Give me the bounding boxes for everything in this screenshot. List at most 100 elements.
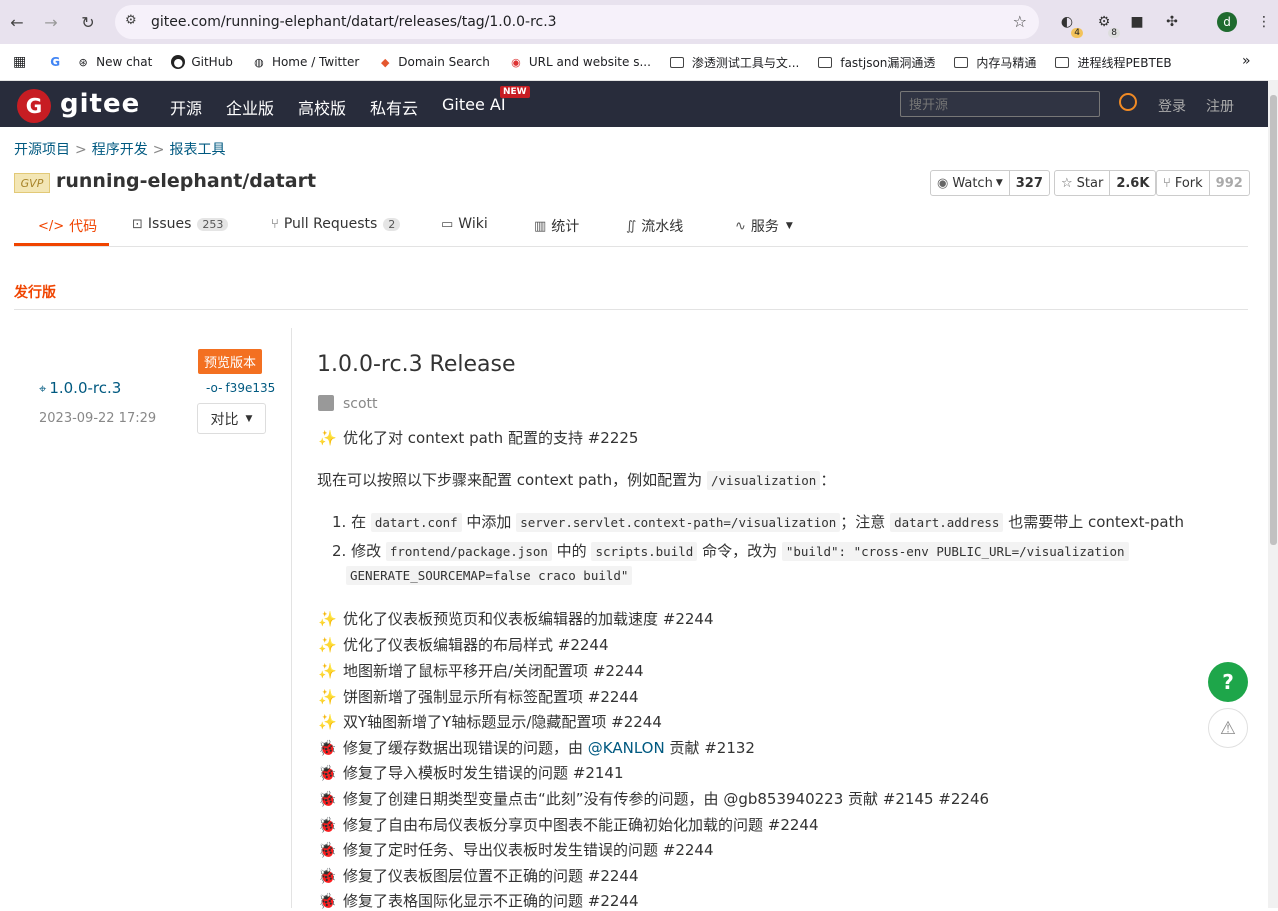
note-text: ： (820, 471, 836, 489)
release-title: 1.0.0-rc.3 Release (317, 352, 516, 377)
bookmarks-overflow-icon[interactable]: » (1242, 53, 1251, 69)
lightbulb-icon[interactable] (1119, 93, 1137, 111)
user-mention-link[interactable]: @KANLON (588, 739, 665, 757)
page-title[interactable]: running-elephant/datart (56, 170, 316, 192)
note-text: 命令，改为 (697, 542, 782, 560)
tag-icon: ⌖ (39, 382, 47, 397)
tab-code[interactable]: </> 代码 (38, 216, 97, 236)
bookmark-label: Home / Twitter (271, 55, 360, 69)
avatar[interactable]: d (1217, 12, 1237, 32)
bookmark-folder[interactable]: 内存马精通 (954, 54, 1036, 71)
releases-heading[interactable]: 发行版 (14, 282, 56, 302)
domain-icon: ◆ (381, 55, 390, 69)
breadcrumb-item[interactable]: 开源项目 (14, 142, 70, 158)
watch-button[interactable]: ◉ Watch ▼ 327 (930, 170, 1050, 196)
note-text: 也需要带上 context-path (1003, 513, 1185, 531)
bug-icon: 🐞 (318, 892, 337, 910)
nav-private-cloud[interactable]: 私有云 (370, 95, 418, 119)
bookmark-item[interactable]: ◍ Home / Twitter (252, 55, 359, 69)
extension-icon[interactable]: ⚙ 8 (1092, 10, 1120, 38)
star-count[interactable]: 2.6K (1110, 171, 1155, 195)
release-note: 🐞 修复了缓存数据出现错误的问题，由 @KANLON 贡献 #2132 (318, 737, 755, 758)
help-button[interactable]: ? (1208, 662, 1248, 702)
fork-count[interactable]: 992 (1210, 171, 1249, 195)
browser-toolbar: ← → ↻ ⚙ gitee.com/running-elephant/datar… (0, 0, 1278, 44)
note-text: 饼图新增了强制显示所有标签配置项 #2244 (343, 688, 639, 706)
note-text: 优化了仪表板预览页和仪表板编辑器的加载速度 #2244 (343, 610, 714, 628)
inline-code: server.servlet.context-path=/visualizati… (516, 513, 841, 532)
gvp-badge[interactable]: GVP (14, 173, 50, 193)
commit-link[interactable]: -o-f39e135 (206, 381, 275, 395)
fork-button[interactable]: ⑂ Fork 992 (1156, 170, 1250, 196)
prerelease-badge: 预览版本 (198, 349, 263, 374)
bookmark-item[interactable]: ◉ URL and website s... (509, 55, 651, 69)
tag-link[interactable]: ⌖ 1.0.0-rc.3 (39, 379, 121, 397)
folder-icon (818, 56, 833, 68)
note-text: 修复了表格国际化显示不正确的问题 #2244 (343, 892, 639, 910)
reload-icon[interactable]: ↻ (75, 9, 101, 35)
url-text[interactable]: gitee.com/running-elephant/datart/releas… (151, 14, 557, 30)
bug-icon: 🐞 (318, 764, 337, 782)
tab-label: 代码 (69, 219, 98, 235)
active-tab-indicator (14, 243, 109, 246)
nav-enterprise[interactable]: 企业版 (226, 95, 274, 119)
commit-icon: -o- (206, 381, 223, 395)
book-icon: ▭ (441, 216, 454, 232)
github-icon: ● (171, 55, 186, 69)
bookmark-star-icon[interactable]: ☆ (1013, 12, 1027, 31)
puzzle-icon[interactable]: ✣ (1160, 10, 1184, 34)
google-icon[interactable]: G (50, 55, 60, 69)
gitee-logo-text[interactable]: gitee (60, 89, 140, 119)
watch-label: Watch (952, 175, 993, 191)
tab-wiki[interactable]: ▭ Wiki (441, 216, 488, 232)
site-info-icon[interactable]: ⚙ (125, 13, 137, 28)
search-input[interactable] (900, 91, 1100, 117)
avatar[interactable] (318, 395, 334, 411)
tab-label: 流水线 (641, 219, 684, 235)
watch-count[interactable]: 327 (1010, 171, 1049, 195)
release-note: ✨ 优化了仪表板编辑器的布局样式 #2244 (318, 634, 609, 655)
extension-icon[interactable]: ◐ 4 (1055, 10, 1083, 38)
bookmark-folder[interactable]: 进程线程PEBTEB (1055, 54, 1172, 71)
compare-button[interactable]: 对比 ▼ (197, 403, 266, 434)
nav-opensource[interactable]: 开源 (170, 95, 202, 119)
tab-issues[interactable]: ⊡ Issues 253 (132, 216, 229, 232)
bookmark-item[interactable]: ⊛ New chat (76, 55, 152, 69)
bookmark-folder[interactable]: fastjson漏洞通透 (818, 54, 935, 71)
apps-grid-icon[interactable]: ▦ (13, 54, 26, 70)
note-text: 1. 在 (332, 513, 371, 531)
sparkles-icon: ✨ (318, 713, 337, 731)
breadcrumb-item[interactable]: 报表工具 (169, 142, 225, 158)
report-warning-button[interactable]: ⚠ (1208, 708, 1248, 748)
register-link[interactable]: 注册 (1206, 96, 1234, 116)
divider (14, 309, 1248, 310)
sparkles-icon: ✨ (318, 429, 337, 447)
gitee-logo-icon[interactable]: G (17, 89, 51, 123)
note-text: 优化了仪表板编辑器的布局样式 #2244 (343, 636, 609, 654)
extension-icon[interactable]: ■ (1125, 10, 1149, 34)
breadcrumb-item[interactable]: 程序开发 (92, 142, 148, 158)
code-icon: </> (38, 218, 65, 234)
more-vert-icon[interactable]: ⋮ (1252, 10, 1276, 34)
star-button[interactable]: ☆ Star 2.6K (1054, 170, 1157, 196)
address-bar[interactable]: ⚙ gitee.com/running-elephant/datart/rele… (115, 5, 1039, 39)
bookmark-folder[interactable]: 渗透测试工具与文... (669, 54, 799, 71)
nav-gitee-ai[interactable]: Gitee AI (442, 95, 506, 114)
tab-label: Issues (147, 216, 192, 232)
scrollbar-thumb[interactable] (1270, 95, 1277, 545)
tab-pipeline[interactable]: ∬ 流水线 (626, 216, 683, 236)
nav-education[interactable]: 高校版 (298, 95, 346, 119)
login-link[interactable]: 登录 (1158, 96, 1186, 116)
bookmark-label: 内存马精通 (976, 55, 1037, 70)
bookmark-item[interactable]: ◆ Domain Search (378, 55, 490, 69)
tab-stats[interactable]: ▥ 统计 (534, 216, 579, 236)
tab-pull-requests[interactable]: ⑂ Pull Requests 2 (271, 216, 401, 232)
forward-icon[interactable]: → (38, 9, 64, 35)
back-icon[interactable]: ← (4, 9, 30, 35)
bookmark-item[interactable]: ● GitHub (171, 55, 233, 69)
openai-icon: ⊛ (78, 55, 88, 69)
tab-services[interactable]: ∿ 服务 ▼ (735, 216, 793, 236)
release-note: 🐞 修复了仪表板图层位置不正确的问题 #2244 (318, 865, 639, 886)
bookmark-label: 进程线程PEBTEB (1077, 55, 1172, 70)
author-name[interactable]: scott (343, 396, 378, 412)
